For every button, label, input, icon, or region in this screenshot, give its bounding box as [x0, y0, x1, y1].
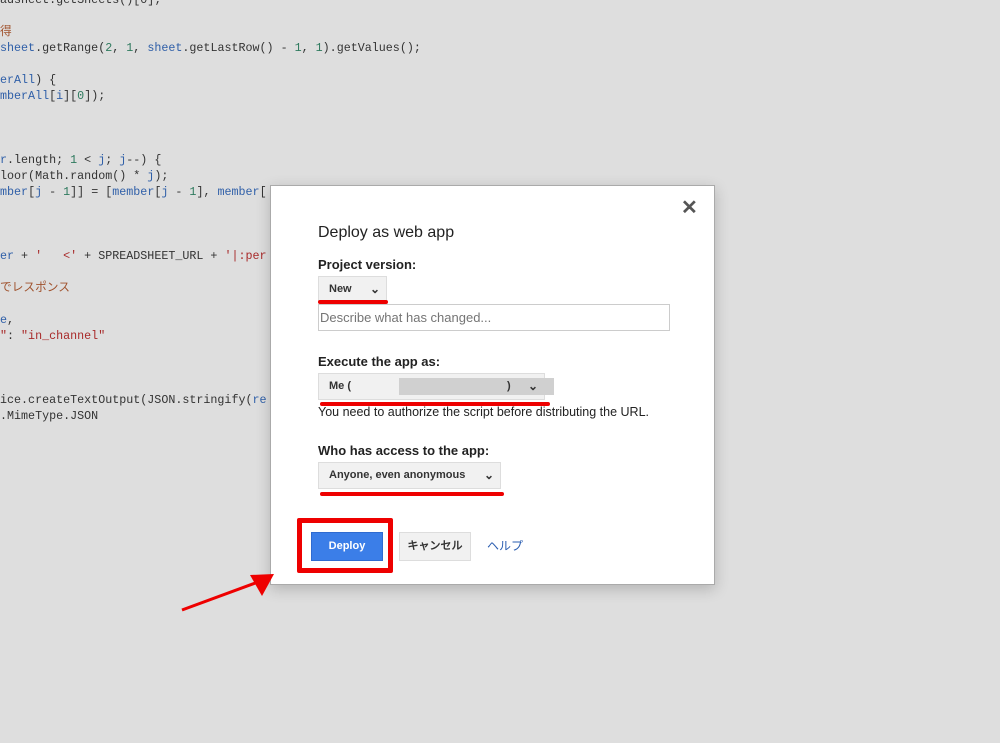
annotation-arrow-icon — [181, 574, 274, 612]
